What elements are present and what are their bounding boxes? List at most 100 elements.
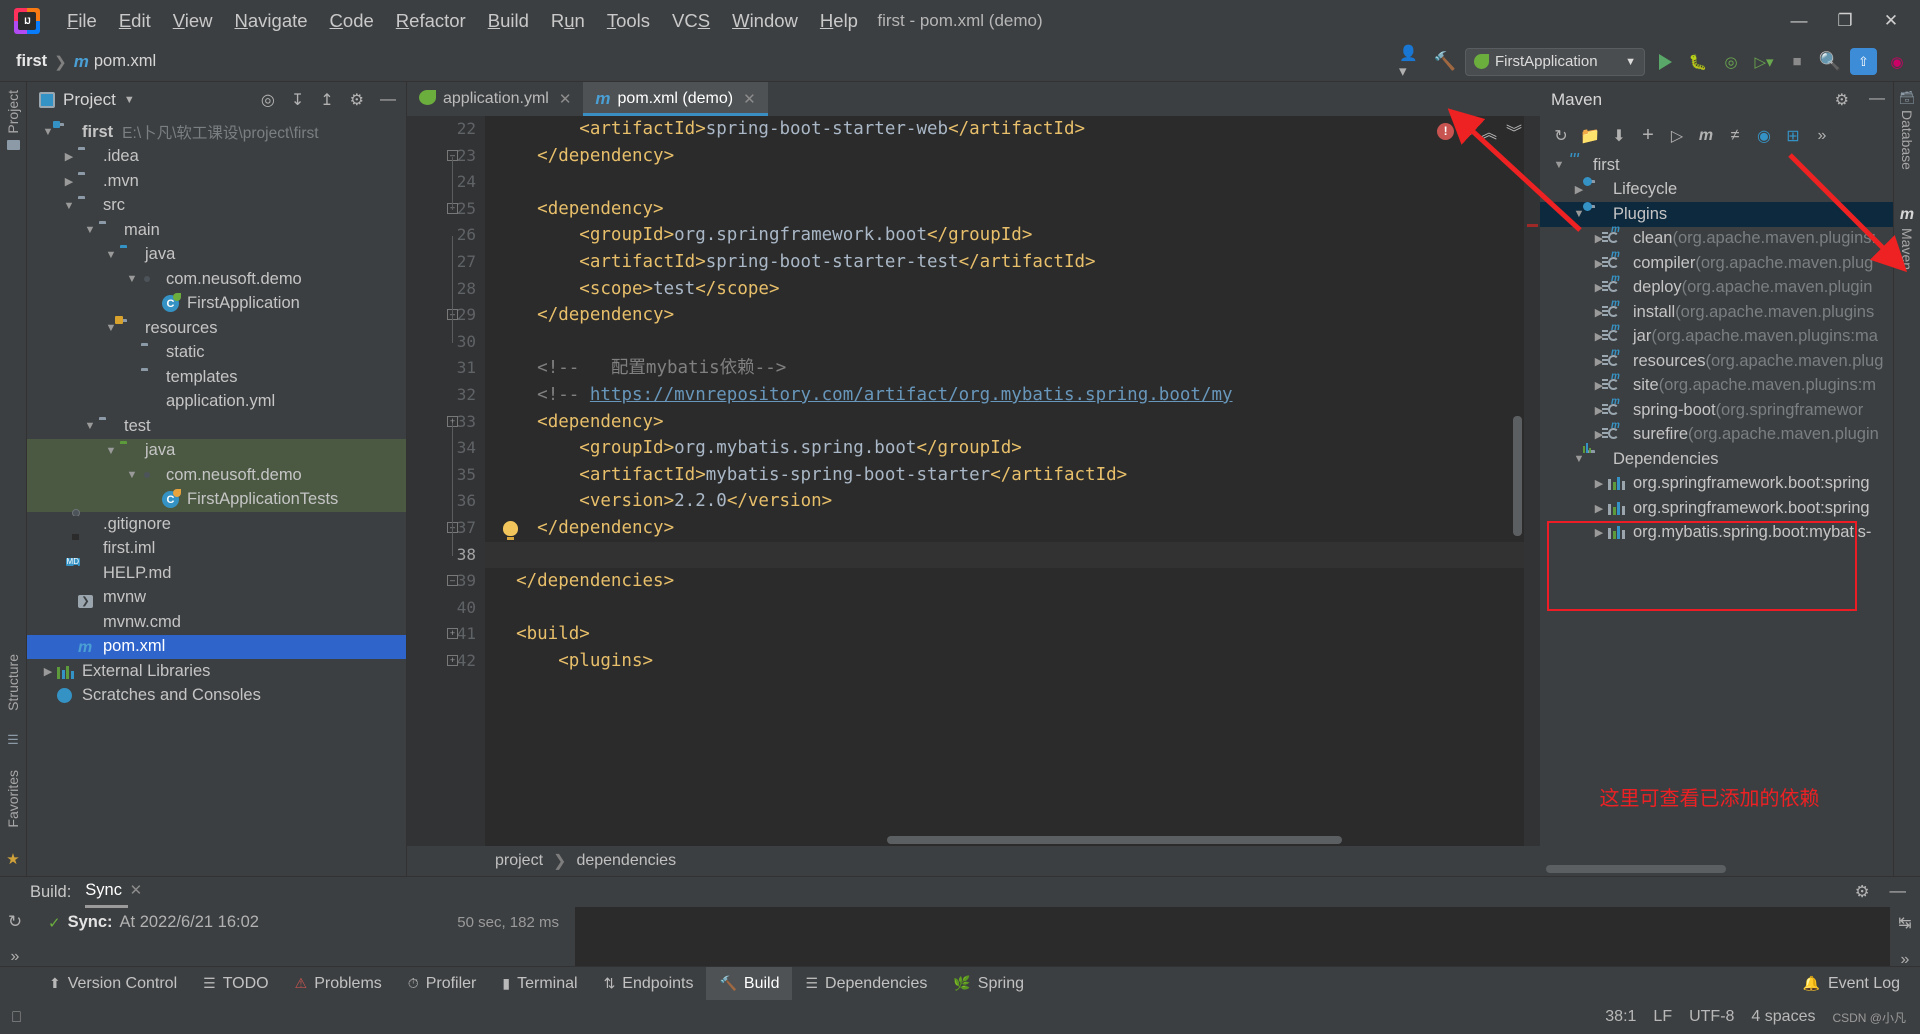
rail-database-label[interactable]: Database <box>1899 110 1915 170</box>
project-tree-row[interactable]: ▶ .mvn <box>27 169 406 194</box>
code-line[interactable]: <groupId>org.mybatis.spring.boot</groupI… <box>495 435 1540 462</box>
rail-structure-label[interactable]: Structure <box>5 654 21 711</box>
close-icon[interactable]: ✕ <box>130 882 143 899</box>
project-tree-row[interactable]: C FirstApplicationTests <box>27 487 406 512</box>
maven-tree-row[interactable]: ▼ m first <box>1540 153 1893 178</box>
project-tree-row[interactable]: ▼ src <box>27 194 406 219</box>
code-line[interactable]: </dependency> <box>495 302 1540 329</box>
maven-tree[interactable]: ▼ m first ▶ Lifecycle ▼ Plugins ▶ m clean (org.ap… <box>1540 153 1893 876</box>
project-tree-row[interactable]: ❯ mvnw <box>27 586 406 611</box>
menu-file[interactable]: File <box>56 8 108 34</box>
stop-icon[interactable]: ■ <box>1784 49 1810 75</box>
close-icon[interactable]: ✕ <box>559 90 572 108</box>
maven-tree-row[interactable]: ▶ Lifecycle <box>1540 177 1893 203</box>
code-line[interactable]: <scope>test</scope> <box>495 276 1540 303</box>
breadcrumb-project[interactable]: first <box>16 52 47 71</box>
inspection-widget[interactable]: ! 1 ︽ ︾ <box>1437 119 1522 143</box>
collapse-all-icon[interactable]: ↥ <box>320 90 333 110</box>
menu-code[interactable]: Code <box>319 8 385 34</box>
maven-tree-row[interactable]: ▶ m deploy (org.apache.maven.plugin <box>1540 273 1893 301</box>
prev-error-icon[interactable]: ︽ <box>1481 119 1497 143</box>
toolwindow-build[interactable]: 🔨 Build <box>706 966 793 1001</box>
toolwindow-todo[interactable]: ☰ TODO <box>190 967 282 1001</box>
editor-breadcrumb-item[interactable]: dependencies <box>576 852 676 870</box>
menu-help[interactable]: Help <box>809 8 869 34</box>
expand-icon[interactable]: ⊞ <box>1780 123 1806 149</box>
project-tree-row[interactable]: ▼ main <box>27 218 406 243</box>
project-tree-row[interactable]: templates <box>27 365 406 390</box>
editor-breadcrumb-item[interactable]: project <box>495 852 543 870</box>
update-icon[interactable]: ⇧ <box>1850 48 1877 75</box>
ide-icon[interactable]: ◉ <box>1884 49 1910 75</box>
locate-file-icon[interactable]: ◎ <box>261 90 275 110</box>
build-sync-tab[interactable]: Sync ✕ <box>85 881 143 908</box>
menu-window[interactable]: Window <box>721 8 809 34</box>
caret-position[interactable]: 38:1 <box>1605 1008 1636 1026</box>
editor-horizontal-scrollbar[interactable] <box>887 836 1342 844</box>
code-line[interactable]: <artifactId>mybatis-spring-boot-starter<… <box>495 462 1540 489</box>
code-line[interactable] <box>495 169 1540 196</box>
toolwindow-spring[interactable]: 🌿 Spring <box>940 967 1037 1001</box>
debug-icon[interactable]: 🐛 <box>1685 49 1711 75</box>
project-tree-row[interactable]: ▼ resources <box>27 315 406 341</box>
editor-vertical-scrollbar[interactable] <box>1513 416 1522 536</box>
project-tree-row[interactable]: application.yml <box>27 390 406 415</box>
maven-tree-row[interactable]: ▶ org.springframework.boot:spring <box>1540 472 1893 497</box>
chevron-right-icon[interactable]: ▶ <box>39 665 57 678</box>
code-line[interactable]: <version>2.2.0</version> <box>495 488 1540 515</box>
code-line[interactable]: <dependency> <box>495 409 1540 436</box>
project-tree-row[interactable]: .gitignore <box>27 508 406 537</box>
breadcrumb-file[interactable]: pom.xml <box>94 52 156 71</box>
code-line[interactable]: <artifactId>spring-boot-starter-test</ar… <box>495 249 1540 276</box>
project-tree-row[interactable]: MD HELP.md <box>27 557 406 586</box>
chevron-right-icon[interactable]: ▶ <box>1590 502 1608 515</box>
chevron-down-icon[interactable]: ▼ <box>1570 453 1588 465</box>
event-log-button[interactable]: 🔔 Event Log <box>1803 975 1920 993</box>
fold-expand-icon[interactable]: + <box>447 655 458 666</box>
project-tree-row[interactable]: static <box>27 341 406 366</box>
project-tree-row[interactable]: ▼ test <box>27 414 406 439</box>
rerun-icon[interactable]: ↻ <box>8 912 22 932</box>
code-line[interactable]: <plugins> <box>495 648 1540 675</box>
chevron-down-icon[interactable]: ▼ <box>60 200 78 212</box>
run-icon[interactable]: ▷ <box>1664 123 1690 149</box>
maven-tree-row[interactable]: ▶ org.springframework.boot:spring <box>1540 496 1893 521</box>
maven-tree-row[interactable]: ▶ m clean (org.apache.maven.plugins: <box>1540 224 1893 252</box>
maven-goal-icon[interactable]: m <box>1693 123 1719 149</box>
profile-icon[interactable]: 👤▾ <box>1399 45 1425 80</box>
chevron-right-icon[interactable]: ▶ <box>1590 477 1608 490</box>
code-line[interactable]: </dependency> <box>495 143 1540 170</box>
toolwindow-profiler[interactable]: ⏱ Profiler <box>395 967 490 1001</box>
code-line[interactable]: <dependency> <box>495 196 1540 223</box>
code-line[interactable]: <!-- 配置mybatis依赖--> <box>495 355 1540 382</box>
toolwindow-terminal[interactable]: ▮ Terminal <box>489 967 590 1001</box>
toggle-offline-icon[interactable]: ◉ <box>1751 123 1777 149</box>
more-icon[interactable]: » <box>1809 123 1835 149</box>
toolwindow-version-control[interactable]: ⬆ Version Control <box>36 967 190 1001</box>
menu-navigate[interactable]: Navigate <box>224 8 319 34</box>
soft-wrap-icon[interactable]: ↹ <box>1898 913 1911 933</box>
menu-refactor[interactable]: Refactor <box>385 8 477 34</box>
add-folder-icon[interactable]: 📁 <box>1577 123 1603 149</box>
maven-tree-row[interactable]: ▶ m jar (org.apache.maven.plugins:ma <box>1540 322 1893 350</box>
editor-tabs[interactable]: application.yml ✕ m pom.xml (demo) ✕ <box>407 82 1540 116</box>
skip-tests-icon[interactable]: ≠ <box>1722 123 1748 149</box>
code-line[interactable]: </dependencies> <box>495 568 1540 595</box>
menu-build[interactable]: Build <box>477 8 540 34</box>
chevron-down-icon[interactable]: ▼ <box>102 445 120 457</box>
chevron-down-icon[interactable]: ▼ <box>124 94 135 106</box>
project-tree[interactable]: ▼ first E:\卜凡\软工课设\project\first ▶ .idea ▶ .mv… <box>27 118 406 876</box>
fold-collapse-icon[interactable]: – <box>447 575 458 587</box>
editor-gutter[interactable]: 22 23 24 25 26 27 28 29 30 31 32 33 34 35 36 37 38 39 40 41… <box>407 116 518 846</box>
gear-icon[interactable]: ⚙ <box>350 90 364 110</box>
chevron-down-icon[interactable]: ▼ <box>39 126 57 138</box>
project-tree-row[interactable]: mvnw.cmd <box>27 610 406 635</box>
close-icon[interactable]: ✕ <box>743 90 756 108</box>
code-line[interactable]: <groupId>org.springframework.boot</group… <box>495 222 1540 249</box>
maven-tree-row[interactable]: ▶ m compiler (org.apache.maven.plug <box>1540 249 1893 276</box>
code-line[interactable] <box>495 595 1540 622</box>
minimize-icon[interactable]: — <box>1890 882 1907 902</box>
tool-window-bar[interactable]: ⬆ Version Control ☰ TODO ⚠ Problems ⏱ Profiler ▮… <box>0 966 1920 1001</box>
plus-icon[interactable]: + <box>1635 123 1661 149</box>
toolwindow-problems[interactable]: ⚠ Problems <box>282 967 395 1001</box>
